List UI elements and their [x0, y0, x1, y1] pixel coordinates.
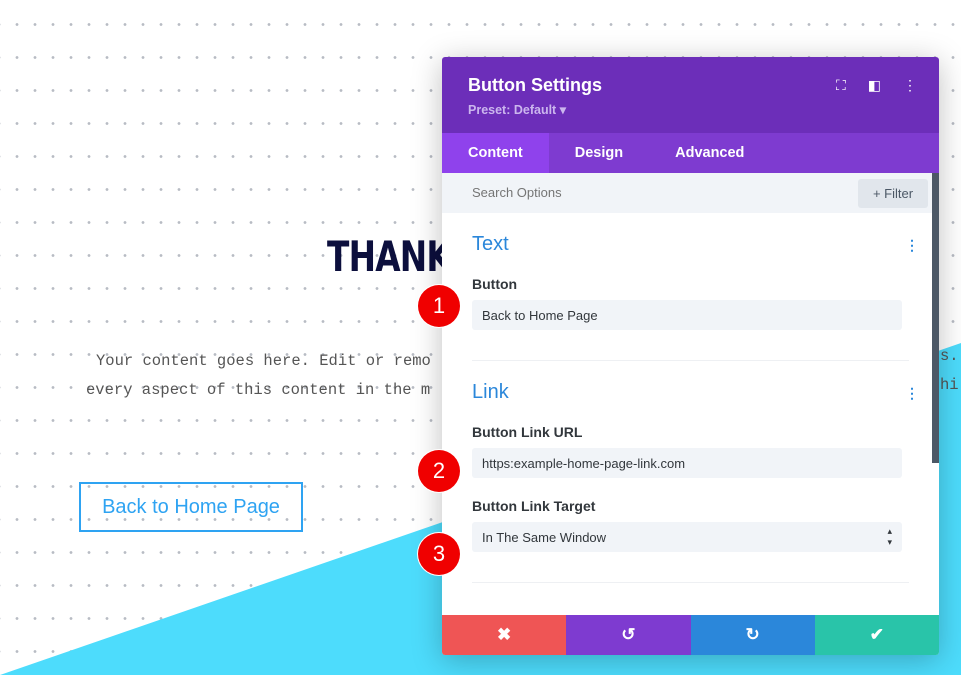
redo-button[interactable]: ↻	[690, 615, 815, 655]
button-text-input[interactable]: Back to Home Page	[472, 300, 902, 330]
page-title: THANK	[327, 232, 452, 281]
redo-icon: ↻	[745, 625, 760, 644]
button-settings-panel: Button Settings Preset: Default ▾ ⛶ ◧ ⋮ …	[442, 57, 939, 655]
more-options-icon[interactable]: ⋮	[903, 77, 917, 94]
step-badge: 2	[418, 450, 460, 492]
search-bar: + Filter	[442, 173, 939, 213]
section-menu-icon[interactable]: ⋮	[905, 385, 919, 402]
step-badge: 3	[418, 533, 460, 575]
undo-icon: ↺	[621, 625, 636, 644]
section-title[interactable]: Link	[472, 381, 909, 404]
step-badge: 1	[418, 285, 460, 327]
panel-footer: ✖ ↺ ↻ ✔	[442, 615, 939, 655]
section-title[interactable]: Text	[472, 233, 909, 256]
panel-header: Button Settings Preset: Default ▾ ⛶ ◧ ⋮	[442, 57, 939, 133]
search-input[interactable]	[472, 185, 772, 200]
preset-dropdown[interactable]: Preset: Default ▾	[468, 102, 913, 117]
fullscreen-icon[interactable]: ⛶	[836, 77, 846, 94]
tab-bar: Content Design Advanced	[442, 133, 939, 173]
field-label: Button	[472, 276, 518, 292]
field-value: https:example-home-page-link.com	[482, 455, 686, 471]
divider	[472, 582, 909, 583]
field-value: In The Same Window	[482, 529, 607, 545]
close-icon: ✖	[497, 625, 512, 644]
tab-design[interactable]: Design	[549, 133, 649, 173]
button-link-url-input[interactable]: https:example-home-page-link.com	[472, 448, 902, 478]
text-section: Text ⋮ Button Back to Home Page	[442, 213, 939, 361]
section-menu-icon[interactable]: ⋮	[905, 237, 919, 254]
body-text-fragment: hi	[940, 376, 959, 394]
link-section: Link ⋮ Button Link URL https:example-hom…	[442, 361, 939, 583]
body-text-fragment: s.	[940, 347, 959, 365]
split-view-icon[interactable]: ◧	[868, 77, 881, 94]
save-button[interactable]: ✔	[814, 615, 939, 655]
tab-advanced[interactable]: Advanced	[649, 133, 770, 173]
undo-button[interactable]: ↺	[566, 615, 691, 655]
select-arrows-icon: ▴ ▾	[887, 526, 892, 547]
discard-button[interactable]: ✖	[442, 615, 567, 655]
field-label: Button Link URL	[472, 424, 583, 440]
button-link-target-select[interactable]: In The Same Window ▴ ▾	[472, 522, 902, 552]
field-value: Back to Home Page	[482, 307, 598, 323]
filter-button[interactable]: + Filter	[858, 179, 928, 208]
check-icon: ✔	[869, 625, 884, 644]
field-label: Button Link Target	[472, 498, 596, 514]
tab-content[interactable]: Content	[442, 133, 549, 173]
back-to-home-button[interactable]: Back to Home Page	[79, 482, 303, 532]
